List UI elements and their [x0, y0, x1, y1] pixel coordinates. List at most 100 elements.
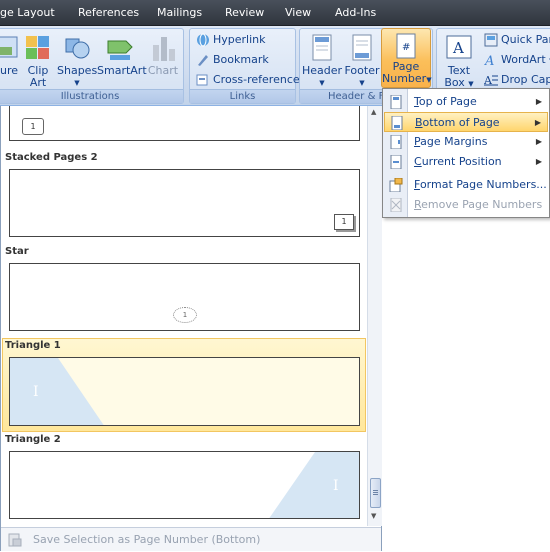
svg-text:A: A — [452, 39, 464, 57]
menu-item-top-of-page[interactable]: Top of Page ▶ — [384, 92, 548, 112]
text-box-button[interactable]: A Text Box ▼ — [441, 31, 477, 89]
page-margins-icon — [389, 134, 403, 150]
gallery-scrollbar[interactable]: ▲ ▼ — [367, 106, 382, 526]
save-selection-button[interactable]: Save Selection as Page Number (Bottom) — [33, 528, 260, 552]
stacked-pages-badge: 1 — [334, 214, 354, 230]
menu-item-current-position[interactable]: Current Position ▶ — [384, 152, 548, 172]
gallery-thumbnail-previous[interactable]: 1 — [9, 106, 360, 141]
svg-text:#: # — [402, 42, 410, 53]
hyperlink-icon — [196, 33, 210, 47]
chart-button[interactable]: Chart — [143, 31, 183, 89]
quick-parts-button[interactable]: Quick Part — [483, 31, 550, 49]
tab-add-ins[interactable]: Add-Ins — [335, 0, 376, 26]
picture-icon — [0, 33, 25, 63]
clip-art-label-2: Art — [29, 76, 47, 89]
hyperlink-button[interactable]: Hyperlink — [195, 31, 266, 49]
shapes-icon — [63, 33, 91, 63]
page-number-gallery: 1 Stacked Pages 2 1 Star 1 Triangle 1 I … — [0, 106, 382, 551]
gallery-entry-title: Star — [5, 246, 29, 257]
menu-item-remove-page-numbers[interactable]: Remove Page Numbers — [384, 195, 548, 215]
format-page-numbers-icon — [389, 177, 403, 193]
header-button[interactable]: Header ▼ — [302, 31, 342, 89]
gallery-thumbnail-triangle-2[interactable]: I — [9, 451, 360, 519]
wordart-icon: A — [484, 53, 498, 69]
gallery-entry-title: Stacked Pages 2 — [5, 152, 98, 163]
smartart-icon — [106, 33, 134, 63]
smartart-button[interactable]: SmartArt — [97, 31, 147, 89]
scroll-thumb[interactable] — [370, 478, 381, 508]
chart-label: Chart — [147, 64, 179, 77]
scroll-up-arrow-icon[interactable]: ▲ — [371, 108, 376, 116]
shapes-dropdown-arrow: ▼ — [74, 79, 80, 87]
wordart-button[interactable]: A WordArt ▼ — [483, 51, 550, 69]
submenu-arrow-icon: ▶ — [535, 157, 542, 166]
tab-references[interactable]: References — [78, 0, 139, 26]
triangle-left-shape — [10, 358, 104, 425]
wordart-label: WordArt — [501, 53, 546, 66]
footer-icon — [348, 33, 376, 63]
illustrations-group: ure Clip Art Shapes ▼ SmartArt Chart Ill… — [0, 28, 184, 104]
shapes-label: Shapes — [57, 64, 98, 77]
star-badge: 1 — [173, 307, 197, 323]
clip-art-icon — [24, 33, 52, 63]
links-group-label: Links — [190, 89, 295, 103]
menu-item-page-margins[interactable]: Page Margins ▶ — [384, 132, 548, 152]
triangle-page-number: I — [33, 384, 39, 400]
menu-item-bottom-of-page[interactable]: Bottom of Page ▶ — [384, 112, 548, 132]
header-label: Header — [302, 64, 343, 77]
gallery-thumbnail-triangle-1[interactable]: I — [9, 357, 360, 426]
svg-text:A: A — [484, 54, 494, 67]
page-top-icon — [389, 94, 403, 110]
cross-reference-button[interactable]: Cross-reference — [195, 71, 300, 89]
clip-art-button[interactable]: Clip Art — [23, 31, 53, 89]
tab-page-layout[interactable]: ge Layout — [0, 0, 55, 26]
gallery-thumbnail-stacked-pages-2[interactable]: 1 — [9, 169, 360, 237]
page-number-dropdown-arrow: ▼ — [426, 76, 432, 84]
bookmark-icon — [196, 53, 210, 67]
gallery-footer: Save Selection as Page Number (Bottom) — [1, 527, 381, 551]
save-selection-icon — [8, 533, 22, 547]
scroll-down-arrow-icon[interactable]: ▼ — [371, 512, 376, 520]
triangle-right-shape — [269, 452, 359, 518]
quick-parts-icon — [484, 33, 498, 47]
footer-label: Footer — [344, 64, 380, 77]
shapes-button[interactable]: Shapes ▼ — [57, 31, 97, 89]
page-number-badge: 1 — [22, 118, 44, 135]
gallery-entry-title: Triangle 1 — [5, 340, 61, 351]
footer-button[interactable]: Footer ▼ — [342, 31, 382, 89]
page-number-icon: # — [395, 33, 417, 59]
submenu-arrow-icon: ▶ — [535, 137, 542, 146]
gallery-entry-title: Triangle 2 — [5, 434, 61, 445]
bookmark-label: Bookmark — [213, 53, 269, 66]
page-bottom-icon — [390, 115, 404, 131]
current-position-icon — [389, 154, 403, 170]
picture-label: ure — [0, 64, 19, 77]
menu-item-format-page-numbers[interactable]: Format Page Numbers... — [384, 175, 548, 195]
picture-button[interactable]: ure — [0, 31, 21, 89]
drop-cap-icon: A — [483, 73, 498, 87]
header-dropdown-arrow: ▼ — [319, 79, 325, 87]
submenu-arrow-icon: ▶ — [535, 97, 542, 106]
gallery-scroll-area: 1 Stacked Pages 2 1 Star 1 Triangle 1 I … — [1, 106, 367, 526]
page-number-button[interactable]: # Page Number▼ — [381, 28, 432, 88]
tab-mailings[interactable]: Mailings — [157, 0, 202, 26]
drop-cap-button[interactable]: A Drop Cap — [483, 71, 550, 89]
page-number-label-2: Number▼ — [382, 72, 432, 85]
submenu-arrow-icon: ▶ — [534, 118, 541, 127]
remove-page-numbers-icon — [389, 197, 403, 213]
links-group: Hyperlink Bookmark Cross-reference Links — [189, 28, 300, 104]
smartart-label: SmartArt — [97, 64, 147, 77]
chart-icon — [149, 33, 177, 63]
tab-view[interactable]: View — [285, 0, 311, 26]
ribbon-tabs-bar: ge Layout References Mailings Review Vie… — [0, 0, 550, 26]
cross-reference-label: Cross-reference — [213, 73, 300, 86]
bookmark-button[interactable]: Bookmark — [195, 51, 269, 69]
hyperlink-label: Hyperlink — [213, 33, 266, 46]
tab-review[interactable]: Review — [225, 0, 264, 26]
triangle-page-number: I — [333, 478, 339, 494]
drop-cap-label: Drop Cap — [501, 73, 550, 86]
text-box-dropdown-arrow: ▼ — [468, 80, 474, 88]
illustrations-group-label: Illustrations — [0, 89, 183, 103]
text-box-icon: A — [445, 33, 473, 63]
gallery-thumbnail-star[interactable]: 1 — [9, 263, 360, 331]
